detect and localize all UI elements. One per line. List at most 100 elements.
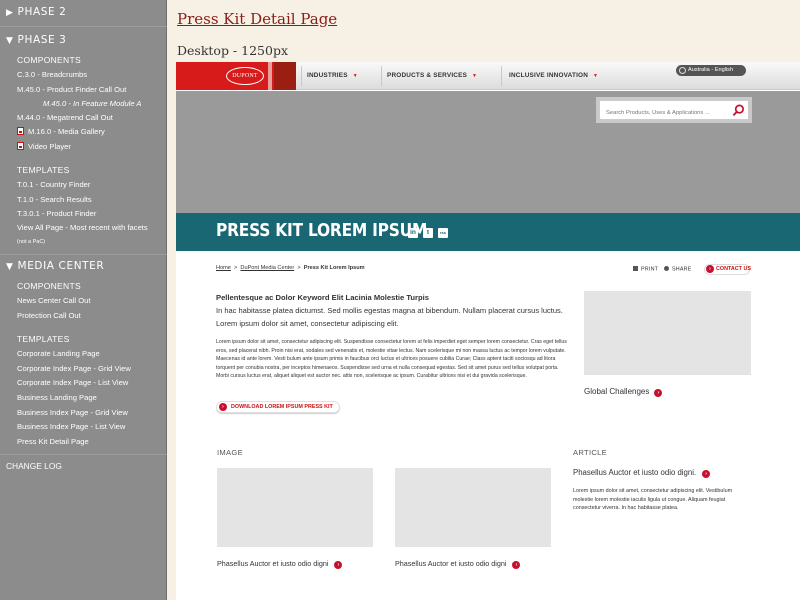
logo-stripe	[268, 62, 272, 90]
image-placeholder-2[interactable]	[395, 468, 551, 547]
chevron-right-icon: ›	[702, 469, 711, 478]
caret-down-icon: ▼	[352, 73, 358, 79]
pdf-icon	[17, 127, 24, 135]
sidebar-item-business-landing[interactable]: Business Landing Page	[17, 393, 97, 402]
print-button[interactable]: PRINT	[633, 266, 658, 273]
nav-divider	[301, 66, 302, 86]
body-text: Lorem ipsum dolor sit amet, consectetur …	[216, 339, 567, 380]
nav-label: INCLUSIVE INNOVATION	[509, 72, 589, 79]
twitter-icon[interactable]: t	[423, 228, 433, 238]
sidebar-item-product-finder[interactable]: M.45.0 - Product Finder Call Out	[17, 85, 126, 94]
download-press-kit-button[interactable]: › DOWNLOAD LOREM IPSUM PRESS KIT	[216, 401, 340, 413]
expanded-arrow-icon: ▼	[6, 262, 14, 272]
sidebar-item-corporate-landing[interactable]: Corporate Landing Page	[17, 349, 100, 358]
phase-2-label: PHASE 2	[17, 6, 67, 18]
global-challenges-image[interactable]	[584, 291, 751, 375]
breadcrumb: Home > DuPont Media Center > Press Kit L…	[216, 265, 365, 271]
desktop-mockup: DUPONT INDUSTRIES ▼ PRODUCTS & SERVICES ▼ …	[176, 62, 800, 600]
caret-down-icon: ▼	[472, 73, 478, 79]
breadcrumb-separator: >	[234, 265, 238, 271]
global-challenges-link[interactable]: Global Challenges ›	[584, 387, 663, 397]
share-label: SHARE	[672, 266, 692, 273]
breadcrumb-separator: >	[297, 265, 301, 271]
locale-label: Australia - English	[688, 67, 734, 73]
image-caption-label: Phasellus Auctor et iusto odio digni	[217, 559, 329, 568]
sidebar-item-protection[interactable]: Protection Call Out	[17, 311, 81, 320]
nav-industries[interactable]: INDUSTRIES ▼	[307, 72, 358, 79]
sidebar-item-feature-module[interactable]: M.45.0 - In Feature Module A	[43, 99, 142, 108]
phase3-components-heading: COMPONENTS	[17, 55, 81, 65]
intro-text: In hac habitasse platea dictumst. Sed mo…	[216, 306, 563, 328]
left-sidebar: ▶ PHASE 2 ▼ PHASE 3 COMPONENTS C.3.0 - Bre…	[0, 0, 167, 600]
sidebar-item-business-list[interactable]: Business Index Page - List View	[17, 422, 125, 431]
image-caption-1[interactable]: Phasellus Auctor et iusto odio digni ›	[217, 559, 343, 569]
sidebar-item-label: Video Player	[28, 142, 71, 151]
rss-icon[interactable]: rss	[438, 228, 448, 238]
image-caption-label: Phasellus Auctor et iusto odio digni	[395, 559, 507, 568]
expanded-arrow-icon: ▼	[6, 36, 14, 46]
article-section-label: ARTICLE	[573, 448, 608, 457]
chevron-right-icon: ›	[706, 265, 714, 273]
sidebar-item-corporate-grid[interactable]: Corporate Index Page - Grid View	[17, 364, 131, 373]
sidebar-item-breadcrumbs[interactable]: C.3.0 - Breadcrumbs	[17, 70, 87, 79]
image-section-label: IMAGE	[217, 448, 243, 457]
change-log-link[interactable]: CHANGE LOG	[6, 461, 62, 471]
page-subtitle: Desktop - 1250px	[177, 43, 288, 58]
article-title-link[interactable]: Phasellus Auctor et iusto odio digni. ›	[573, 468, 711, 478]
sidebar-item-view-all-page[interactable]: View All Page - Most recent with facets	[17, 223, 148, 232]
sidebar-note: (not a PaC)	[17, 239, 46, 245]
contact-label: CONTACT US	[716, 266, 751, 272]
globe-icon	[679, 67, 686, 74]
sidebar-item-video-player[interactable]: Video Player	[17, 142, 71, 151]
sidebar-item-country-finder[interactable]: T.0.1 - Country Finder	[17, 180, 90, 189]
hero-title: PRESS KIT LOREM IPSUM	[216, 220, 428, 241]
locale-selector[interactable]: Australia - English	[676, 65, 746, 76]
dupont-logo[interactable]: DUPONT	[176, 62, 296, 90]
media-center-toggle[interactable]: ▼ MEDIA CENTER	[6, 260, 104, 272]
image-caption-2[interactable]: Phasellus Auctor et iusto odio digni ›	[395, 559, 521, 569]
phase-3-toggle[interactable]: ▼ PHASE 3	[6, 34, 66, 46]
search-icon[interactable]	[732, 104, 745, 117]
printer-icon	[633, 266, 638, 271]
mc-components-heading: COMPONENTS	[17, 281, 81, 291]
image-placeholder-1[interactable]	[217, 468, 373, 547]
nav-label: PRODUCTS & SERVICES	[387, 72, 468, 79]
sidebar-item-press-kit-detail[interactable]: Press Kit Detail Page	[17, 437, 89, 446]
chevron-right-icon: ›	[219, 402, 227, 411]
download-label: DOWNLOAD LOREM IPSUM PRESS KIT	[231, 404, 333, 410]
linkedin-icon[interactable]: in	[408, 228, 418, 238]
sidebar-divider	[0, 454, 167, 455]
search-box	[599, 100, 749, 122]
sidebar-divider	[0, 254, 167, 255]
collapsed-arrow-icon: ▶	[6, 8, 14, 18]
share-button[interactable]: SHARE	[664, 266, 692, 273]
sidebar-item-megatrend[interactable]: M.44.0 - Megatrend Call Out	[17, 113, 113, 122]
sidebar-item-business-grid[interactable]: Business Index Page - Grid View	[17, 408, 128, 417]
sidebar-item-search-results[interactable]: T.1.0 - Search Results	[17, 195, 92, 204]
article-title: Phasellus Auctor et iusto odio digni.	[573, 468, 697, 477]
sidebar-item-corporate-list[interactable]: Corporate Index Page - List View	[17, 378, 128, 387]
sidebar-item-news-center[interactable]: News Center Call Out	[17, 296, 90, 305]
breadcrumb-media-center[interactable]: DuPont Media Center	[240, 265, 294, 271]
chevron-right-icon: ›	[334, 560, 343, 569]
global-challenges-label: Global Challenges	[584, 387, 650, 396]
phase-2-toggle[interactable]: ▶ PHASE 2	[6, 6, 66, 18]
title-bar: PRESS KIT LOREM IPSUM in t rss	[176, 213, 800, 251]
sidebar-item-media-gallery[interactable]: M.16.0 - Media Gallery	[17, 127, 105, 136]
breadcrumb-home[interactable]: Home	[216, 265, 231, 271]
nav-divider	[381, 66, 382, 86]
search-input[interactable]	[600, 104, 730, 122]
nav-inclusive-innovation[interactable]: INCLUSIVE INNOVATION ▼	[509, 72, 598, 79]
page-title[interactable]: Press Kit Detail Page	[177, 10, 337, 28]
sidebar-item-product-finder-template[interactable]: T.3.0.1 - Product Finder	[17, 209, 96, 218]
nav-products-services[interactable]: PRODUCTS & SERVICES ▼	[387, 72, 477, 79]
mc-templates-heading: TEMPLATES	[17, 334, 70, 344]
media-center-label: MEDIA CENTER	[17, 260, 105, 272]
article-body: Lorem ipsum dolor sit amet, consectetur …	[573, 488, 733, 512]
caret-down-icon: ▼	[593, 73, 599, 79]
phase-3-label: PHASE 3	[17, 34, 67, 46]
logo-stripe	[274, 62, 296, 90]
phase3-templates-heading: TEMPLATES	[17, 165, 70, 175]
contact-us-button[interactable]: › CONTACT US	[704, 264, 751, 275]
sidebar-divider	[0, 26, 167, 27]
